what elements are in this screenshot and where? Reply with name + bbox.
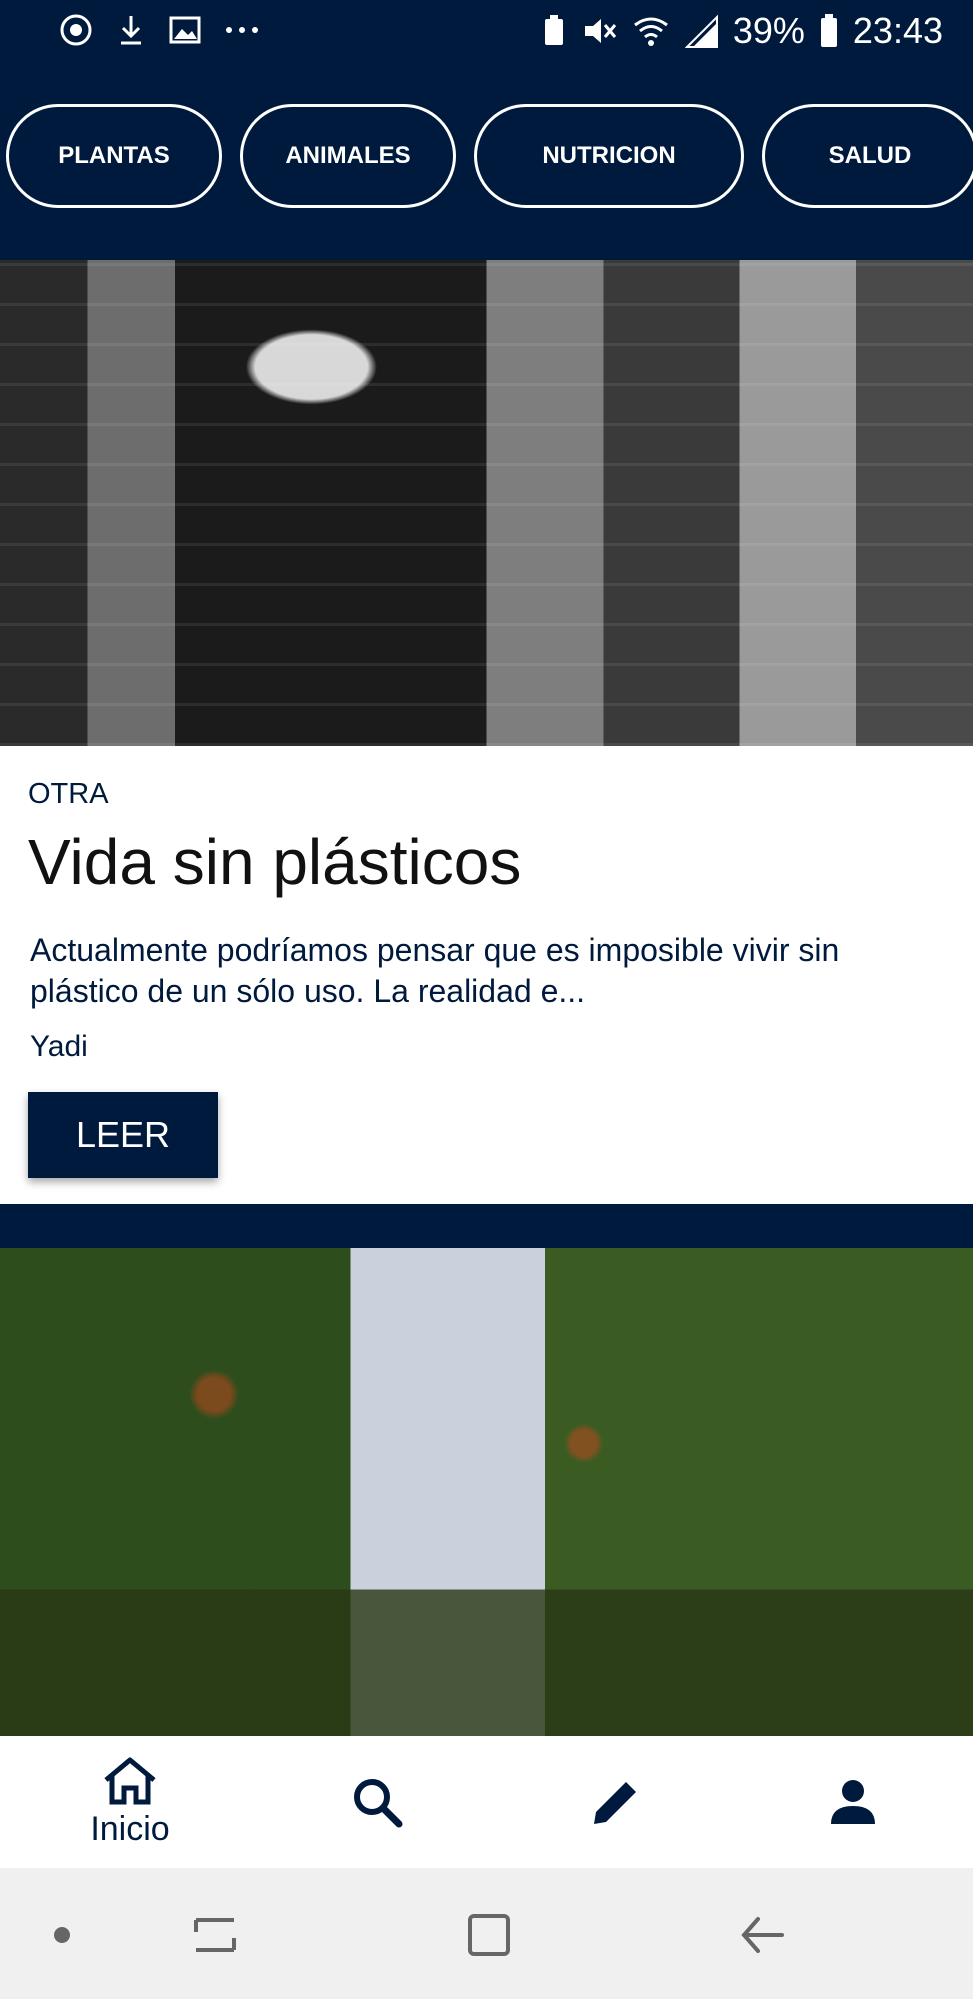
article-card[interactable]: OTRA Vida sin plásticos Actualmente podr… (0, 260, 973, 1204)
article-title[interactable]: Vida sin plásticos (28, 825, 521, 899)
home-square-icon[interactable] (464, 1908, 514, 1962)
download-icon (121, 16, 141, 45)
search-icon (354, 1779, 403, 1828)
battery-saver-icon (544, 15, 563, 45)
clock: 23:43 (852, 10, 943, 51)
sync-icon (60, 14, 92, 46)
status-right-icons: 39% 23:43 (541, 10, 943, 52)
category-chips: PLANTAS ANIMALES NUTRICION SALUD (0, 104, 973, 214)
more-dots-icon (226, 27, 258, 33)
next-article-image[interactable] (0, 1248, 973, 1736)
wifi-icon (633, 17, 668, 46)
status-bar: 39% 23:43 (0, 0, 973, 64)
image-icon (169, 16, 201, 44)
system-nav-bar (0, 1868, 973, 1999)
article-author: Yadi (30, 1030, 88, 1063)
article-image[interactable] (0, 260, 973, 746)
chip-salud[interactable]: SALUD (762, 104, 973, 208)
battery-icon (820, 14, 837, 47)
recent-apps-icon[interactable] (190, 1908, 240, 1962)
dot-indicator-icon (54, 1927, 70, 1943)
article-excerpt: Actualmente podríamos pensar que es impo… (30, 932, 840, 1009)
bottom-nav: Inicio (0, 1736, 973, 1868)
pencil-icon (594, 1782, 636, 1824)
read-button[interactable]: LEER (28, 1092, 218, 1178)
person-icon (831, 1780, 875, 1824)
back-arrow-icon[interactable] (738, 1908, 788, 1962)
chip-plantas[interactable]: PLANTAS (6, 104, 222, 208)
battery-percent: 39% (732, 10, 805, 51)
nav-home-label: Inicio (90, 1809, 170, 1848)
nav-search[interactable] (327, 1736, 427, 1868)
mute-icon (584, 19, 616, 43)
home-icon (104, 1757, 156, 1804)
chip-animales[interactable]: ANIMALES (240, 104, 456, 208)
nav-write[interactable] (566, 1736, 666, 1868)
article-category: OTRA (28, 778, 109, 810)
nav-home[interactable]: Inicio (80, 1736, 180, 1868)
status-left-icons (58, 12, 260, 48)
signal-icon (684, 14, 718, 48)
chip-nutricion[interactable]: NUTRICION (474, 104, 744, 208)
nav-profile[interactable] (803, 1736, 903, 1868)
